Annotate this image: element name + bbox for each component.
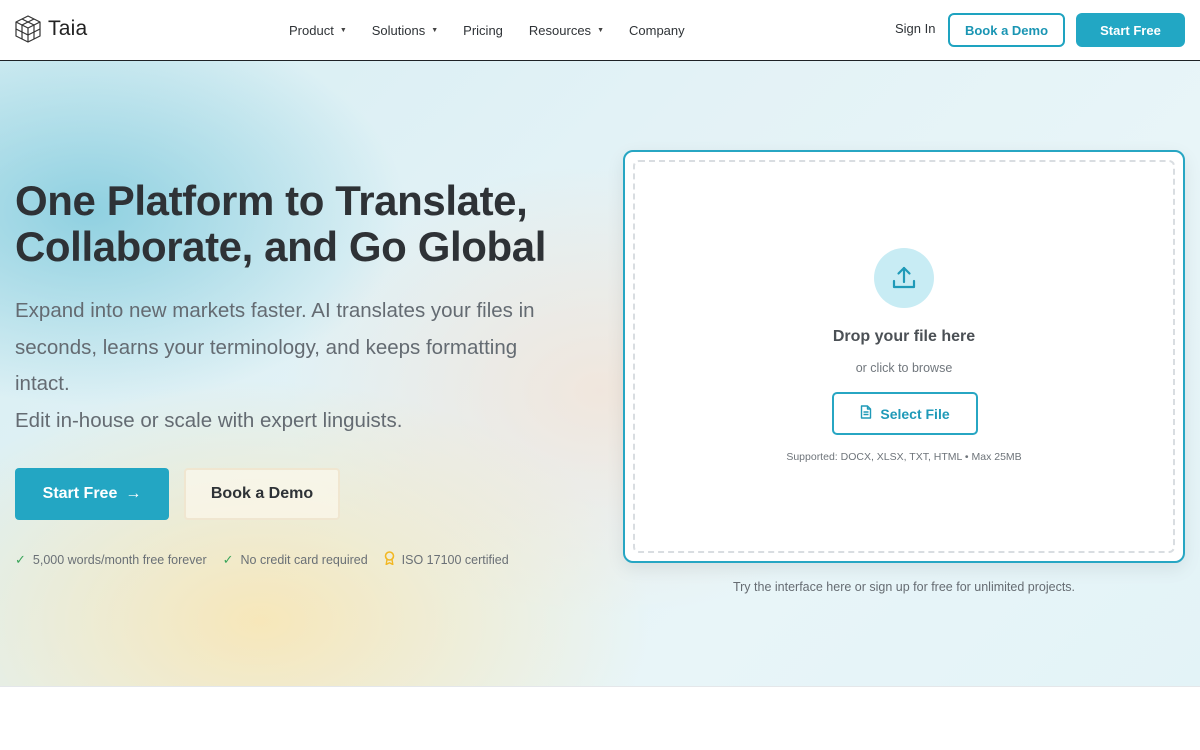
sign-in-link[interactable]: Sign In bbox=[895, 21, 935, 36]
badge-iso-certified: ISO 17100 certified bbox=[384, 551, 509, 568]
upload-card: Drop your file here or click to browse S… bbox=[623, 150, 1185, 563]
logo-text: Taia bbox=[48, 17, 88, 40]
section-divider bbox=[0, 686, 1200, 687]
badge-text: ISO 17100 certified bbox=[401, 552, 509, 567]
hero-start-free-button[interactable]: Start Free → bbox=[15, 468, 169, 520]
top-navigation: Taia Product ▼ Solutions ▼ Pricing Resou… bbox=[0, 0, 1200, 61]
caret-down-icon: ▼ bbox=[339, 26, 347, 34]
menu-item-pricing[interactable]: Pricing bbox=[463, 23, 503, 38]
menu-item-resources[interactable]: Resources ▼ bbox=[529, 23, 604, 38]
logo-cube-icon bbox=[14, 14, 42, 44]
document-icon bbox=[860, 405, 872, 422]
select-file-button[interactable]: Select File bbox=[832, 392, 978, 435]
caret-down-icon: ▼ bbox=[431, 26, 439, 34]
main-menu: Product ▼ Solutions ▼ Pricing Resources … bbox=[289, 0, 685, 60]
upload-icon bbox=[874, 248, 934, 308]
menu-item-label: Company bbox=[629, 22, 685, 38]
check-icon: ✓ bbox=[15, 551, 26, 567]
upload-note: Try the interface here or sign up for fr… bbox=[732, 580, 1076, 594]
logo[interactable]: Taia bbox=[14, 14, 87, 44]
supported-formats: Supported: DOCX, XLSX, TXT, HTML • Max 2… bbox=[786, 451, 1022, 463]
menu-item-company[interactable]: Company bbox=[629, 23, 685, 38]
badge-free-words: ✓ 5,000 words/month free forever bbox=[15, 552, 207, 568]
drop-title: Drop your file here bbox=[832, 328, 976, 345]
menu-item-label: Product bbox=[289, 22, 334, 38]
hero-subtext: Expand into new markets faster. AI trans… bbox=[15, 293, 575, 439]
button-label: Select File bbox=[880, 405, 950, 422]
hero-book-demo-button[interactable]: Book a Demo bbox=[184, 468, 340, 520]
file-drop-zone[interactable]: Drop your file here or click to browse S… bbox=[633, 160, 1175, 553]
badge-text: No credit card required bbox=[240, 552, 368, 567]
start-free-button[interactable]: Start Free bbox=[1076, 13, 1185, 47]
book-demo-button[interactable]: Book a Demo bbox=[948, 13, 1065, 47]
button-label: Start Free bbox=[42, 485, 118, 502]
menu-item-label: Pricing bbox=[463, 22, 503, 38]
menu-item-label: Resources bbox=[528, 22, 592, 38]
badge-text: 5,000 words/month free forever bbox=[32, 552, 207, 567]
menu-item-product[interactable]: Product ▼ bbox=[289, 23, 347, 38]
arrow-right-icon: → bbox=[125, 485, 142, 502]
trust-badges: ✓ 5,000 words/month free forever ✓ No cr… bbox=[15, 551, 525, 568]
badge-no-credit-card: ✓ No credit card required bbox=[223, 552, 368, 568]
hero-subtext-line: Expand into new markets faster. AI trans… bbox=[15, 299, 535, 395]
hero-section: One Platform to Translate, Collaborate, … bbox=[0, 61, 1200, 687]
check-icon: ✓ bbox=[222, 551, 234, 567]
medal-icon bbox=[384, 551, 395, 568]
menu-item-solutions[interactable]: Solutions ▼ bbox=[372, 23, 438, 38]
hero-headline: One Platform to Translate, Collaborate, … bbox=[15, 177, 546, 270]
drop-subtitle: or click to browse bbox=[855, 361, 953, 375]
menu-item-label: Solutions bbox=[371, 22, 426, 38]
caret-down-icon: ▼ bbox=[597, 26, 604, 34]
hero-subtext-line: Edit in-house or scale with expert lingu… bbox=[15, 408, 403, 432]
